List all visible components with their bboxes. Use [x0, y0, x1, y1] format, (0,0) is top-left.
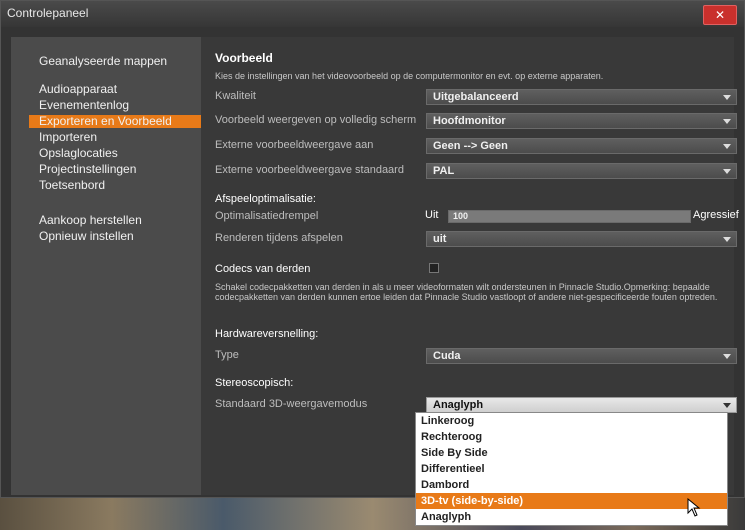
sidebar-item-restore-purchase[interactable]: Aankoop herstellen [39, 214, 142, 227]
close-button[interactable]: ✕ [703, 5, 737, 25]
external-on-select[interactable]: Geen --> Geen [426, 138, 737, 154]
external-on-label: Externe voorbeeldweergave aan [215, 139, 374, 151]
sidebar-item-project-settings[interactable]: Projectinstellingen [39, 163, 136, 176]
fullscreen-select[interactable]: Hoofdmonitor [426, 113, 737, 129]
window-title: Controlepaneel [7, 6, 89, 20]
render-label: Renderen tijdens afspelen [215, 232, 343, 244]
sidebar-item-storage-locations[interactable]: Opslaglocaties [39, 147, 118, 160]
sidebar-item-import[interactable]: Importeren [39, 131, 97, 144]
quality-value: Uitgebalanceerd [433, 91, 519, 103]
section-description: Kies de instellingen van het videovoorbe… [215, 71, 604, 81]
threshold-max-label: Agressief [693, 209, 739, 221]
title-bar[interactable]: Controlepaneel ✕ [1, 1, 744, 27]
threshold-label: Optimalisatiedrempel [215, 210, 319, 222]
stereo-option[interactable]: Side By Side [416, 445, 727, 461]
threshold-track[interactable]: 100 [448, 210, 691, 223]
stereo-option[interactable]: 3D-tv (side-by-side) [416, 493, 727, 509]
sidebar-item-export-preview[interactable]: Exporteren en Voorbeeld [29, 115, 201, 128]
type-label: Type [215, 349, 239, 361]
stereo-mode-options: Linkeroog Rechteroog Side By Side Different… [415, 412, 728, 526]
stereo-option[interactable]: Dambord [416, 477, 727, 493]
chevron-down-icon [723, 354, 731, 359]
codecs-checkbox[interactable] [429, 263, 439, 273]
render-select[interactable]: uit [426, 231, 737, 247]
sidebar-item-reset[interactable]: Opnieuw instellen [39, 230, 134, 243]
chevron-down-icon [723, 169, 731, 174]
type-select[interactable]: Cuda [426, 348, 737, 364]
quality-select[interactable]: Uitgebalanceerd [426, 89, 737, 105]
sidebar: Geanalyseerde mappen Audioapparaat Evene… [11, 37, 201, 495]
stereo-option[interactable]: Differentieel [416, 461, 727, 477]
chevron-down-icon [723, 119, 731, 124]
playback-title: Afspeeloptimalisatie: [215, 193, 316, 205]
threshold-value: 100 [453, 211, 469, 221]
external-std-value: PAL [433, 165, 455, 177]
stereo-mode-label: Standaard 3D-weergavemodus [215, 398, 368, 410]
chevron-down-icon [723, 403, 731, 408]
threshold-fill [449, 211, 690, 222]
codecs-description: Schakel codecpakketten van derden in als… [215, 282, 718, 302]
stereo-title: Stereoscopisch: [215, 377, 294, 389]
fullscreen-label: Voorbeeld weergeven op volledig scherm [215, 114, 417, 126]
chevron-down-icon [723, 237, 731, 242]
chevron-down-icon [723, 144, 731, 149]
mouse-cursor-icon [687, 498, 701, 517]
quality-label: Kwaliteit [215, 90, 256, 102]
chevron-down-icon [723, 95, 731, 100]
stereo-mode-value: Anaglyph [433, 399, 484, 411]
hw-title: Hardwareversnelling: [215, 328, 319, 340]
section-title-preview: Voorbeeld [215, 51, 273, 65]
sidebar-item-keyboard[interactable]: Toetsenbord [39, 179, 105, 192]
render-value: uit [433, 233, 447, 245]
threshold-slider[interactable]: Uit 100 Agressief [425, 209, 739, 223]
external-std-select[interactable]: PAL [426, 163, 737, 179]
sidebar-item-audio-device[interactable]: Audioapparaat [39, 83, 117, 96]
threshold-min-label: Uit [425, 209, 439, 221]
external-on-value: Geen --> Geen [433, 140, 508, 152]
stereo-mode-select[interactable]: Anaglyph [426, 397, 737, 413]
sidebar-item-analyzed-folders[interactable]: Geanalyseerde mappen [39, 55, 167, 68]
sidebar-item-event-log[interactable]: Evenementenlog [39, 99, 129, 112]
stereo-option[interactable]: Rechteroog [416, 429, 727, 445]
fullscreen-value: Hoofdmonitor [433, 115, 506, 127]
stereo-option[interactable]: Linkeroog [416, 413, 727, 429]
codecs-title: Codecs van derden [215, 263, 311, 275]
external-std-label: Externe voorbeeldweergave standaard [215, 164, 404, 176]
type-value: Cuda [433, 350, 461, 362]
stereo-option[interactable]: Anaglyph [416, 509, 727, 525]
